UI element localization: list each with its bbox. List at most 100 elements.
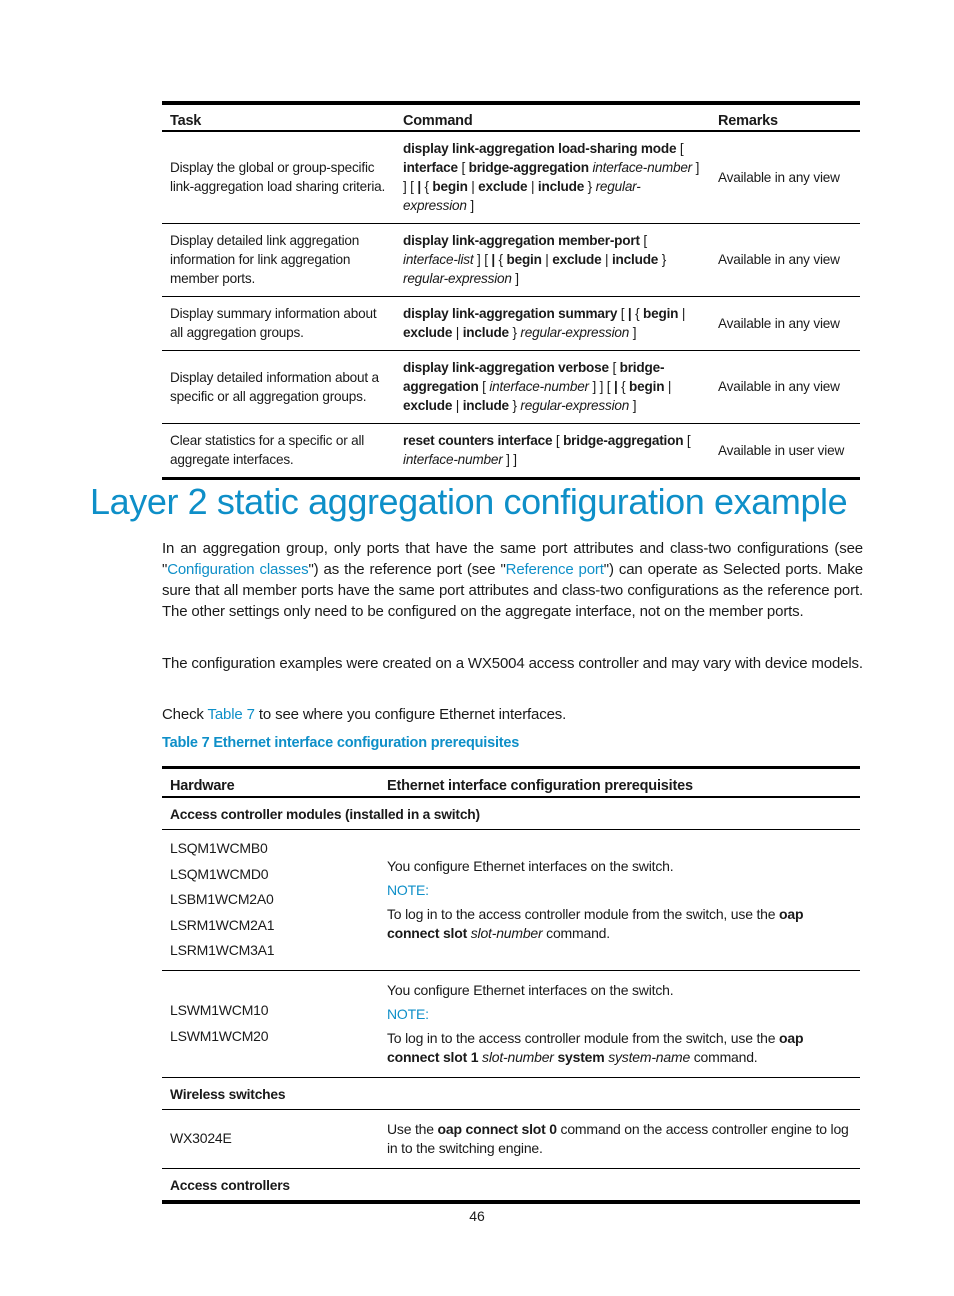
remarks-cell: Available in any view xyxy=(710,350,860,424)
header-prerequisites: Ethernet interface configuration prerequ… xyxy=(379,767,860,798)
command-syntax: [ xyxy=(639,233,647,248)
command-keyword: begin xyxy=(432,179,468,194)
command-keyword: system xyxy=(553,1048,605,1065)
command-syntax: } xyxy=(508,325,521,340)
prerequisite-text: You configure Ethernet interfaces on the… xyxy=(387,857,674,874)
command-argument: slot-number xyxy=(467,924,543,941)
page-number: 46 xyxy=(469,1208,485,1224)
hardware-cell: WX3024E xyxy=(162,1109,379,1169)
group-row: Access controller modules (installed in … xyxy=(162,797,860,830)
command-syntax: ] ] [ xyxy=(588,379,614,394)
command-argument: system-name xyxy=(604,1048,691,1065)
task-cell: Clear statistics for a specific or all a… xyxy=(170,433,365,467)
note-label: NOTE: xyxy=(387,881,429,898)
group-label-ac-modules: Access controller modules (installed in … xyxy=(162,797,860,830)
command-keyword: include xyxy=(462,325,509,340)
task-cell: Display detailed information about a spe… xyxy=(162,350,395,424)
command-syntax: ] xyxy=(629,325,637,340)
command-syntax: [ xyxy=(617,306,628,321)
command-syntax: To log in to the access controller modul… xyxy=(387,1029,780,1046)
group-row: Access controllers xyxy=(162,1168,860,1202)
note-text: To log in to the access controller modul… xyxy=(387,1029,852,1067)
command-syntax: Use the xyxy=(387,1120,438,1137)
intro-paragraph: In an aggregation group, only ports that… xyxy=(162,538,863,622)
command-argument: interface-number xyxy=(403,452,503,467)
command-cell: display link-aggregation verbose [ bridg… xyxy=(395,350,710,424)
command-syntax: | xyxy=(678,306,686,321)
command-argument: regular-expression xyxy=(403,271,512,286)
command-cell: display link-aggregation load-sharing mo… xyxy=(395,131,710,224)
table-row: Display detailed link aggregation inform… xyxy=(162,223,860,297)
hardware-model: LSQM1WCMD0 xyxy=(170,865,269,882)
command-syntax: | xyxy=(601,252,612,267)
remarks-cell: Available in user view xyxy=(718,442,845,458)
note-text: To log in to the access controller modul… xyxy=(387,905,852,943)
command-keyword: begin xyxy=(629,379,665,394)
command-syntax: [ xyxy=(552,433,564,448)
command-keyword: interface xyxy=(403,160,458,175)
command-argument: interface-list xyxy=(403,252,474,267)
link-configuration-classes[interactable]: Configuration classes xyxy=(167,561,308,578)
hardware-model: LSBM1WCM2A0 xyxy=(170,891,274,907)
remarks-cell: Available in any view xyxy=(710,223,860,297)
command-keyword: display link-aggregation member-port xyxy=(403,233,640,248)
command-syntax: To log in to the access controller modul… xyxy=(387,905,780,922)
table-row: LSWM1WCM10 LSWM1WCM20 You configure Ethe… xyxy=(162,970,860,1078)
command-syntax: command. xyxy=(690,1048,758,1065)
link-table-7[interactable]: Table 7 xyxy=(208,706,255,723)
remarks-cell: Available in any view xyxy=(710,296,860,351)
intro-text-2: ") as the reference port (see " xyxy=(308,561,506,578)
command-argument: slot-number xyxy=(478,1048,554,1065)
command-syntax: } xyxy=(658,252,667,267)
command-keyword: begin xyxy=(643,306,679,321)
prerequisite-cell: You configure Ethernet interfaces on the… xyxy=(379,829,860,971)
command-syntax: | xyxy=(452,398,463,413)
command-syntax: ] xyxy=(511,271,519,286)
hardware-cell: LSQM1WCMB0 LSQM1WCMD0 LSBM1WCM2A0 LSRM1W… xyxy=(162,829,379,971)
command-keyword: exclude xyxy=(403,398,453,413)
task-cell: Display the global or group-specific lin… xyxy=(162,131,395,224)
hardware-model: LSWM1WCM10 xyxy=(170,1002,269,1018)
command-cell: display link-aggregation summary [ | { b… xyxy=(395,296,710,351)
table-row: Clear statistics for a specific or all a… xyxy=(162,424,860,479)
hardware-model: LSRM1WCM2A1 xyxy=(170,916,275,933)
command-syntax: ] [ xyxy=(473,252,492,267)
note-label: NOTE: xyxy=(387,1005,429,1022)
command-keyword: oap connect slot 0 xyxy=(437,1120,558,1137)
command-argument: interface-number xyxy=(588,160,693,175)
command-keyword: display link-aggregation verbose xyxy=(403,360,609,375)
command-argument: regular-expression xyxy=(520,398,630,413)
command-argument: interface-number xyxy=(489,379,589,394)
table-row: LSQM1WCMB0 LSQM1WCMD0 LSBM1WCM2A0 LSRM1W… xyxy=(162,829,860,971)
prerequisites-table-header: Hardware Ethernet interface configuratio… xyxy=(162,767,860,798)
check-text-2: to see where you configure Ethernet inte… xyxy=(254,706,567,723)
table-caption: Table 7 Ethernet interface configuration… xyxy=(162,735,520,751)
remarks-cell: Available in any view xyxy=(710,131,860,224)
command-syntax: | xyxy=(664,379,672,394)
prerequisite-text: Use the oap connect slot 0 command on th… xyxy=(387,1120,852,1158)
command-argument: regular-expression xyxy=(520,325,630,340)
header-remarks: Remarks xyxy=(710,103,860,132)
group-label-wireless-switches: Wireless switches xyxy=(162,1077,860,1110)
command-keyword: include xyxy=(537,179,585,194)
command-table-header: Task Command Remarks xyxy=(162,103,860,132)
prerequisites-table: Hardware Ethernet interface configuratio… xyxy=(162,766,860,1204)
check-table-paragraph: Check Table 7 to see where you configure… xyxy=(162,704,863,725)
task-cell: Display detailed link aggregation inform… xyxy=(162,223,395,297)
header-command: Command xyxy=(395,103,710,132)
link-reference-port[interactable]: Reference port xyxy=(506,561,604,578)
prerequisite-cell: You configure Ethernet interfaces on the… xyxy=(379,970,860,1078)
command-syntax: [ xyxy=(478,379,490,394)
command-keyword: display link-aggregation load-sharing mo… xyxy=(403,141,677,156)
task-cell: Display summary information about all ag… xyxy=(162,296,395,351)
group-label-access-controllers: Access controllers xyxy=(170,1177,290,1193)
prerequisite-text: You configure Ethernet interfaces on the… xyxy=(387,981,674,998)
command-syntax: { xyxy=(420,179,433,194)
command-syntax: | xyxy=(467,179,479,194)
header-task: Task xyxy=(162,103,395,132)
table-row: Display detailed information about a spe… xyxy=(162,350,860,424)
section-title: Layer 2 static aggregation configuration… xyxy=(90,481,848,522)
device-note-paragraph: The configuration examples were created … xyxy=(162,655,863,672)
command-keyword: bridge-aggregation xyxy=(563,433,684,448)
command-keyword: begin xyxy=(506,252,542,267)
